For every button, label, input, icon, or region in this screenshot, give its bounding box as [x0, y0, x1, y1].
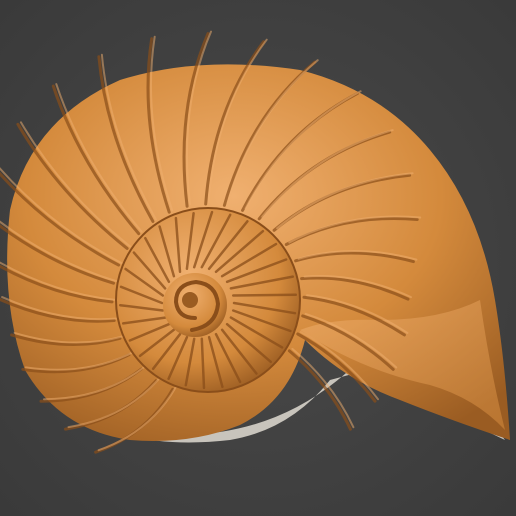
center-coil-core: [182, 292, 198, 308]
viewport: [0, 0, 516, 516]
inner-rib: [231, 293, 298, 297]
scene-svg: [0, 0, 516, 516]
